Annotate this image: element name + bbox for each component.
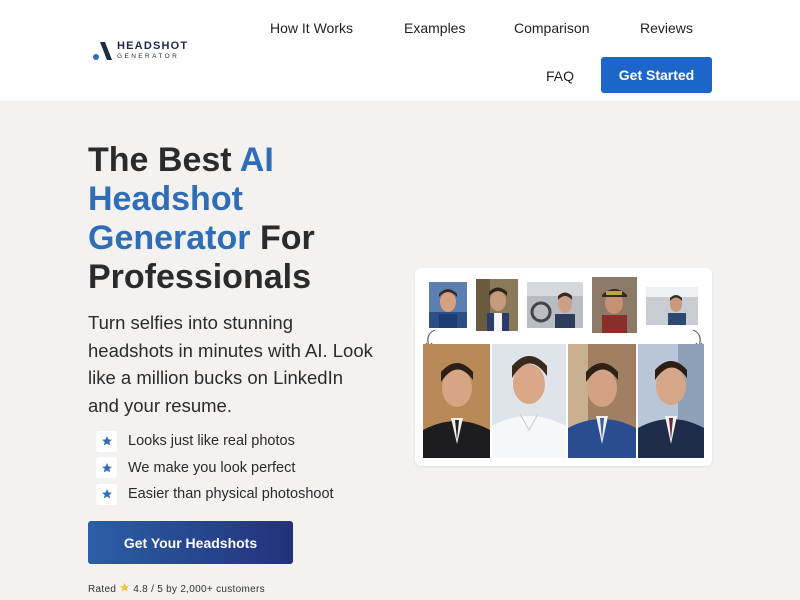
feature-list: Looks just like real photos We make you …	[96, 428, 334, 508]
nav-faq[interactable]: FAQ	[546, 68, 574, 84]
rating-score: 4.8 / 5	[133, 583, 164, 595]
headshot-examples-card	[415, 268, 712, 466]
nav-comparison[interactable]: Comparison	[514, 20, 589, 36]
nav-reviews[interactable]: Reviews	[640, 20, 693, 36]
nav-examples[interactable]: Examples	[404, 20, 465, 36]
logo-title: HEADSHOT	[117, 40, 189, 53]
get-started-button[interactable]: Get Started	[601, 57, 712, 93]
star-icon	[96, 483, 117, 505]
hero-title-part1: The Best	[88, 141, 240, 179]
star-icon	[96, 457, 117, 479]
headshot-photo	[492, 344, 566, 458]
selfie-thumbnail	[429, 282, 467, 328]
feature-text: Easier than physical photoshoot	[128, 486, 334, 503]
selfie-thumbnail	[527, 282, 583, 328]
selfie-thumbnail	[592, 277, 637, 333]
feature-item: Easier than physical photoshoot	[96, 481, 334, 508]
site-header: HEADSHOT GENERATOR How It Works Examples…	[0, 0, 800, 102]
hero-title: The Best AI Headshot Generator For Profe…	[88, 141, 388, 297]
headshot-photo	[423, 344, 490, 458]
star-icon	[96, 430, 117, 452]
nav-how-it-works[interactable]: How It Works	[270, 20, 353, 36]
gold-star-icon	[119, 582, 130, 596]
headshot-photo	[568, 344, 636, 458]
rating-line: Rated 4.8 / 5 by 2,000+ customers	[88, 582, 268, 596]
feature-item: Looks just like real photos	[96, 428, 334, 455]
get-your-headshots-button[interactable]: Get Your Headshots	[88, 521, 293, 564]
logo-subtitle: GENERATOR	[117, 53, 180, 61]
rating-prefix: Rated	[88, 583, 117, 595]
selfie-thumbnail	[646, 287, 698, 325]
rating-suffix: by 2,000+ customers	[166, 583, 265, 595]
headshot-photo	[638, 344, 704, 458]
logo[interactable]: HEADSHOT GENERATOR	[91, 40, 188, 62]
selfie-thumbnail	[476, 279, 518, 331]
feature-item: We make you look perfect	[96, 455, 334, 482]
logo-mark-icon	[91, 40, 113, 62]
feature-text: We make you look perfect	[128, 459, 296, 476]
feature-text: Looks just like real photos	[128, 433, 295, 450]
hero-subtitle: Turn selfies into stunning headshots in …	[88, 312, 373, 416]
